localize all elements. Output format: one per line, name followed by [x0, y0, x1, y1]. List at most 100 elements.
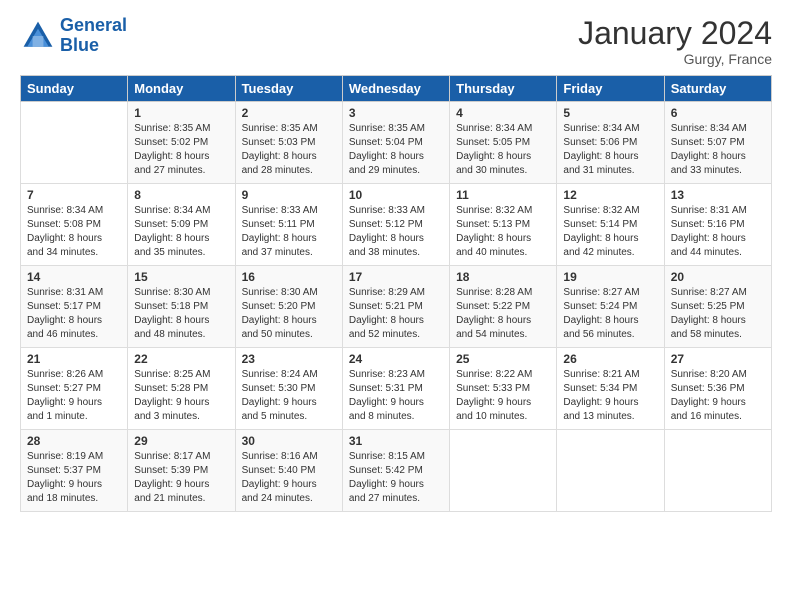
calendar-week-4: 21 Sunrise: 8:26 AMSunset: 5:27 PMDayligh…	[21, 348, 772, 430]
calendar-cell: 7 Sunrise: 8:34 AMSunset: 5:08 PMDaylight…	[21, 184, 128, 266]
logo-icon	[20, 18, 56, 54]
day-info: Sunrise: 8:29 AMSunset: 5:21 PMDaylight:…	[349, 286, 443, 342]
day-number: 18	[456, 270, 550, 284]
day-number: 14	[27, 270, 121, 284]
day-info: Sunrise: 8:26 AMSunset: 5:27 PMDaylight:…	[27, 368, 121, 424]
day-number: 29	[134, 434, 228, 448]
day-info: Sunrise: 8:34 AMSunset: 5:06 PMDaylight:…	[563, 122, 657, 178]
calendar-cell: 1 Sunrise: 8:35 AMSunset: 5:02 PMDaylight…	[128, 102, 235, 184]
day-info: Sunrise: 8:25 AMSunset: 5:28 PMDaylight:…	[134, 368, 228, 424]
day-info: Sunrise: 8:23 AMSunset: 5:31 PMDaylight:…	[349, 368, 443, 424]
day-info: Sunrise: 8:34 AMSunset: 5:09 PMDaylight:…	[134, 204, 228, 260]
calendar-week-1: 1 Sunrise: 8:35 AMSunset: 5:02 PMDaylight…	[21, 102, 772, 184]
calendar-cell: 6 Sunrise: 8:34 AMSunset: 5:07 PMDaylight…	[664, 102, 771, 184]
day-info: Sunrise: 8:16 AMSunset: 5:40 PMDaylight:…	[242, 450, 336, 506]
col-wednesday: Wednesday	[342, 76, 449, 102]
day-number: 3	[349, 106, 443, 120]
day-number: 1	[134, 106, 228, 120]
col-monday: Monday	[128, 76, 235, 102]
calendar-cell: 14 Sunrise: 8:31 AMSunset: 5:17 PMDayligh…	[21, 266, 128, 348]
calendar-cell: 31 Sunrise: 8:15 AMSunset: 5:42 PMDayligh…	[342, 430, 449, 512]
calendar-cell: 8 Sunrise: 8:34 AMSunset: 5:09 PMDaylight…	[128, 184, 235, 266]
calendar-cell: 13 Sunrise: 8:31 AMSunset: 5:16 PMDayligh…	[664, 184, 771, 266]
day-info: Sunrise: 8:35 AMSunset: 5:03 PMDaylight:…	[242, 122, 336, 178]
calendar-cell: 17 Sunrise: 8:29 AMSunset: 5:21 PMDayligh…	[342, 266, 449, 348]
calendar-cell: 20Sunrise: 8:27 AMSunset: 5:25 PMDayligh…	[664, 266, 771, 348]
day-info: Sunrise: 8:20 AMSunset: 5:36 PMDaylight:…	[671, 368, 765, 424]
calendar-cell: 21 Sunrise: 8:26 AMSunset: 5:27 PMDayligh…	[21, 348, 128, 430]
day-number: 7	[27, 188, 121, 202]
calendar-cell: 4 Sunrise: 8:34 AMSunset: 5:05 PMDaylight…	[450, 102, 557, 184]
calendar-cell	[21, 102, 128, 184]
calendar-cell: 16Sunrise: 8:30 AMSunset: 5:20 PMDayligh…	[235, 266, 342, 348]
day-info: Sunrise: 8:17 AMSunset: 5:39 PMDaylight:…	[134, 450, 228, 506]
col-thursday: Thursday	[450, 76, 557, 102]
calendar-cell: 26Sunrise: 8:21 AMSunset: 5:34 PMDayligh…	[557, 348, 664, 430]
col-saturday: Saturday	[664, 76, 771, 102]
day-number: 9	[242, 188, 336, 202]
day-info: Sunrise: 8:22 AMSunset: 5:33 PMDaylight:…	[456, 368, 550, 424]
day-number: 21	[27, 352, 121, 366]
calendar-week-2: 7 Sunrise: 8:34 AMSunset: 5:08 PMDaylight…	[21, 184, 772, 266]
day-info: Sunrise: 8:19 AMSunset: 5:37 PMDaylight:…	[27, 450, 121, 506]
col-sunday: Sunday	[21, 76, 128, 102]
day-info: Sunrise: 8:15 AMSunset: 5:42 PMDaylight:…	[349, 450, 443, 506]
day-info: Sunrise: 8:34 AMSunset: 5:08 PMDaylight:…	[27, 204, 121, 260]
day-number: 22	[134, 352, 228, 366]
calendar-table: Sunday Monday Tuesday Wednesday Thursday…	[20, 75, 772, 512]
day-number: 6	[671, 106, 765, 120]
location: Gurgy, France	[578, 51, 772, 67]
day-number: 12	[563, 188, 657, 202]
header: General Blue January 2024 Gurgy, France	[20, 16, 772, 67]
day-info: Sunrise: 8:34 AMSunset: 5:05 PMDaylight:…	[456, 122, 550, 178]
calendar-cell: 10Sunrise: 8:33 AMSunset: 5:12 PMDayligh…	[342, 184, 449, 266]
calendar-cell: 19 Sunrise: 8:27 AMSunset: 5:24 PMDayligh…	[557, 266, 664, 348]
day-number: 31	[349, 434, 443, 448]
calendar-cell	[557, 430, 664, 512]
day-number: 8	[134, 188, 228, 202]
day-number: 24	[349, 352, 443, 366]
day-number: 28	[27, 434, 121, 448]
day-number: 25	[456, 352, 550, 366]
day-number: 5	[563, 106, 657, 120]
day-number: 19	[563, 270, 657, 284]
logo-text: General Blue	[60, 16, 127, 56]
day-number: 17	[349, 270, 443, 284]
calendar-cell	[450, 430, 557, 512]
logo: General Blue	[20, 16, 127, 56]
day-info: Sunrise: 8:24 AMSunset: 5:30 PMDaylight:…	[242, 368, 336, 424]
day-number: 10	[349, 188, 443, 202]
calendar-cell: 25 Sunrise: 8:22 AMSunset: 5:33 PMDayligh…	[450, 348, 557, 430]
day-number: 4	[456, 106, 550, 120]
calendar-cell: 27 Sunrise: 8:20 AMSunset: 5:36 PMDayligh…	[664, 348, 771, 430]
calendar-cell: 11 Sunrise: 8:32 AMSunset: 5:13 PMDayligh…	[450, 184, 557, 266]
day-number: 15	[134, 270, 228, 284]
calendar-cell: 29 Sunrise: 8:17 AMSunset: 5:39 PMDayligh…	[128, 430, 235, 512]
calendar-cell: 23Sunrise: 8:24 AMSunset: 5:30 PMDayligh…	[235, 348, 342, 430]
calendar-cell: 18 Sunrise: 8:28 AMSunset: 5:22 PMDayligh…	[450, 266, 557, 348]
header-row: Sunday Monday Tuesday Wednesday Thursday…	[21, 76, 772, 102]
day-info: Sunrise: 8:30 AMSunset: 5:20 PMDaylight:…	[242, 286, 336, 342]
day-number: 11	[456, 188, 550, 202]
calendar-week-5: 28 Sunrise: 8:19 AMSunset: 5:37 PMDayligh…	[21, 430, 772, 512]
calendar-cell: 12Sunrise: 8:32 AMSunset: 5:14 PMDayligh…	[557, 184, 664, 266]
day-number: 27	[671, 352, 765, 366]
calendar-cell: 5 Sunrise: 8:34 AMSunset: 5:06 PMDaylight…	[557, 102, 664, 184]
day-info: Sunrise: 8:21 AMSunset: 5:34 PMDaylight:…	[563, 368, 657, 424]
page: General Blue January 2024 Gurgy, France …	[0, 0, 792, 522]
day-number: 13	[671, 188, 765, 202]
calendar-cell: 22 Sunrise: 8:25 AMSunset: 5:28 PMDayligh…	[128, 348, 235, 430]
day-info: Sunrise: 8:27 AMSunset: 5:24 PMDaylight:…	[563, 286, 657, 342]
day-info: Sunrise: 8:31 AMSunset: 5:16 PMDaylight:…	[671, 204, 765, 260]
col-tuesday: Tuesday	[235, 76, 342, 102]
calendar-cell: 9Sunrise: 8:33 AMSunset: 5:11 PMDaylight…	[235, 184, 342, 266]
day-info: Sunrise: 8:32 AMSunset: 5:13 PMDaylight:…	[456, 204, 550, 260]
month-title: January 2024	[578, 16, 772, 51]
day-info: Sunrise: 8:28 AMSunset: 5:22 PMDaylight:…	[456, 286, 550, 342]
day-number: 2	[242, 106, 336, 120]
col-friday: Friday	[557, 76, 664, 102]
day-info: Sunrise: 8:31 AMSunset: 5:17 PMDaylight:…	[27, 286, 121, 342]
day-info: Sunrise: 8:27 AMSunset: 5:25 PMDaylight:…	[671, 286, 765, 342]
day-info: Sunrise: 8:34 AMSunset: 5:07 PMDaylight:…	[671, 122, 765, 178]
day-info: Sunrise: 8:35 AMSunset: 5:02 PMDaylight:…	[134, 122, 228, 178]
